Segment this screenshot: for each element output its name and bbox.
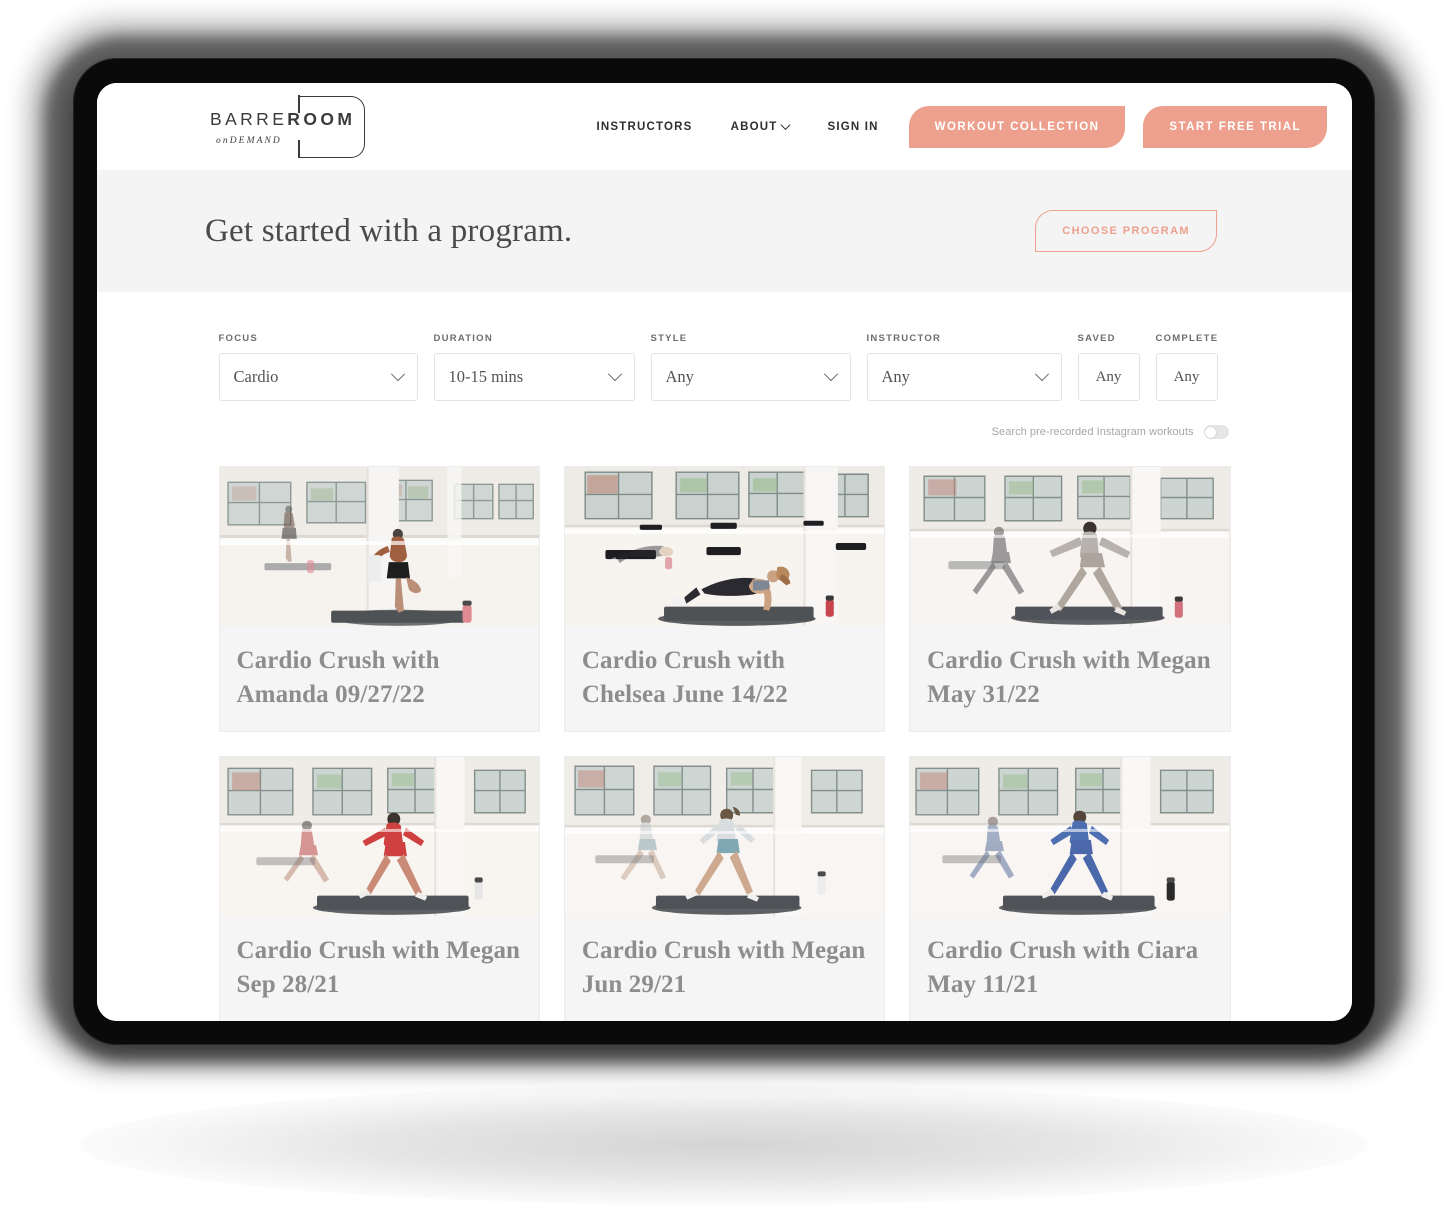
workout-card[interactable]: Cardio Crush with Megan May 31/22: [909, 466, 1231, 732]
nav-item-sign-in-label: SIGN IN: [827, 120, 879, 133]
nav-item-sign-in[interactable]: SIGN IN: [827, 111, 878, 143]
filter-focus-label: FOCUS: [218, 333, 258, 344]
workout-collection-button[interactable]: WORKOUT COLLECTION: [908, 105, 1126, 148]
nav-item-instructors[interactable]: INSTRUCTORS: [597, 111, 693, 143]
primary-navigation: INSTRUCTORS ABOUT SIGN IN WORKOUT COLLEC…: [597, 105, 1327, 148]
filter-duration-select[interactable]: 10-15 mins: [433, 353, 635, 401]
workout-card-title: Cardio Crush with Megan May 31/22: [927, 647, 1211, 708]
filter-list: FOCUS Cardio DURATION 10-15 mins STYLE A…: [218, 333, 1231, 401]
instagram-search-toggle-row: Search pre-recorded Instagram workouts: [219, 425, 1231, 439]
page-title: Get started with a program.: [205, 212, 573, 249]
workout-card-thumbnail: [564, 467, 885, 626]
workout-card-title: Cardio Crush with Megan Jun 29/21: [581, 937, 866, 998]
brand-logo-tagline: onDEMAND: [216, 135, 282, 146]
instagram-search-toggle-label: Search pre-recorded Instagram workouts: [991, 426, 1194, 438]
filter-saved-value: Any: [1095, 368, 1122, 385]
nav-item-instructors-label: INSTRUCTORS: [596, 120, 693, 133]
workout-card-thumbnail: [219, 467, 539, 626]
filter-instructor-select[interactable]: Any: [866, 353, 1062, 401]
workout-card-title: Cardio Crush with Megan Sep 28/21: [236, 937, 521, 998]
start-free-trial-button[interactable]: START FREE TRIAL: [1143, 105, 1327, 148]
chevron-down-icon: [1034, 367, 1049, 382]
workout-card-thumbnail: [910, 467, 1230, 626]
filter-instructor-value: Any: [881, 367, 910, 386]
chevron-down-icon: [781, 120, 791, 131]
choose-program-button[interactable]: CHOOSE PROGRAM: [1035, 210, 1217, 252]
filter-complete-value: Any: [1173, 368, 1200, 385]
filter-instructor-label: INSTRUCTOR: [866, 333, 942, 344]
studio-photo-illustration: [219, 757, 539, 916]
workout-card-thumbnail: [910, 757, 1230, 916]
workout-card[interactable]: Cardio Crush with Megan Sep 28/21: [218, 756, 540, 1021]
device-screen: BARREROOM onDEMAND INSTRUCTORS ABOUT SIG…: [97, 83, 1352, 1021]
workout-card-thumbnail: [219, 757, 539, 916]
workout-card[interactable]: Cardio Crush with Megan Jun 29/21: [563, 756, 886, 1021]
screenshot-stage: BARREROOM onDEMAND INSTRUCTORS ABOUT SIG…: [0, 0, 1448, 1206]
hero-inner: Get started with a program. CHOOSE PROGR…: [205, 210, 1217, 252]
workout-card-title: Cardio Crush with Amanda 09/27/22: [236, 647, 440, 708]
filter-instructor: INSTRUCTOR Any: [866, 333, 1062, 401]
studio-photo-illustration: [910, 467, 1230, 626]
studio-photo-illustration: [219, 467, 539, 626]
filter-duration: DURATION 10-15 mins: [433, 333, 635, 401]
filter-complete-label: COMPLETE: [1155, 333, 1219, 344]
filter-style-label: STYLE: [650, 333, 688, 344]
instagram-search-toggle[interactable]: [1203, 425, 1229, 439]
filter-saved-box[interactable]: Any: [1077, 353, 1140, 401]
filter-duration-value: 10-15 mins: [448, 367, 524, 386]
brand-logo[interactable]: BARREROOM onDEMAND: [210, 92, 385, 162]
hero-band: Get started with a program. CHOOSE PROGR…: [97, 170, 1352, 292]
workout-card-title: Cardio Crush with Ciara May 11/21: [927, 937, 1199, 998]
workout-card[interactable]: Cardio Crush with Ciara May 11/21: [909, 756, 1231, 1021]
chevron-down-icon: [607, 367, 622, 382]
filter-style-select[interactable]: Any: [650, 353, 851, 401]
filter-complete: COMPLETE Any: [1155, 333, 1219, 401]
filter-focus-select[interactable]: Cardio: [218, 353, 418, 401]
web-page: BARREROOM onDEMAND INSTRUCTORS ABOUT SIG…: [97, 83, 1352, 1021]
filter-style: STYLE Any: [650, 333, 851, 401]
studio-photo-illustration: [910, 757, 1230, 916]
filter-style-value: Any: [665, 367, 694, 386]
workout-card-title: Cardio Crush with Chelsea June 14/22: [581, 647, 788, 708]
device-floor-shadow: [79, 1085, 1369, 1205]
tablet-device-frame: BARREROOM onDEMAND INSTRUCTORS ABOUT SIG…: [73, 58, 1375, 1045]
workout-card-thumbnail: [564, 757, 885, 916]
workout-card[interactable]: Cardio Crush with Chelsea June 14/22: [563, 466, 886, 732]
filter-saved-label: SAVED: [1077, 333, 1116, 344]
brand-logo-room: ROOM: [287, 109, 356, 130]
filter-bar: FOCUS Cardio DURATION 10-15 mins STYLE A…: [218, 292, 1231, 401]
chevron-down-icon: [390, 367, 405, 382]
studio-photo-illustration: [564, 757, 885, 916]
filter-complete-box[interactable]: Any: [1155, 353, 1218, 401]
filter-duration-label: DURATION: [433, 333, 493, 344]
workout-grid-section: Cardio Crush with Amanda 09/27/22 Cardio…: [218, 439, 1231, 1021]
brand-logo-barre: BARRE: [210, 109, 288, 130]
filter-focus-value: Cardio: [233, 367, 279, 386]
studio-photo-illustration: [564, 467, 885, 626]
site-header: BARREROOM onDEMAND INSTRUCTORS ABOUT SIG…: [97, 83, 1352, 170]
workout-card[interactable]: Cardio Crush with Amanda 09/27/22: [218, 466, 540, 732]
brand-logo-wordmark: BARREROOM: [210, 111, 355, 129]
nav-item-about-label: ABOUT: [730, 120, 778, 133]
nav-item-about[interactable]: ABOUT: [730, 111, 791, 143]
workout-grid: Cardio Crush with Amanda 09/27/22 Cardio…: [218, 466, 1231, 1021]
filter-saved: SAVED Any: [1077, 333, 1140, 401]
brand-logo-text: BARREROOM onDEMAND: [210, 107, 355, 146]
filter-focus: FOCUS Cardio: [218, 333, 418, 401]
chevron-down-icon: [823, 367, 838, 382]
